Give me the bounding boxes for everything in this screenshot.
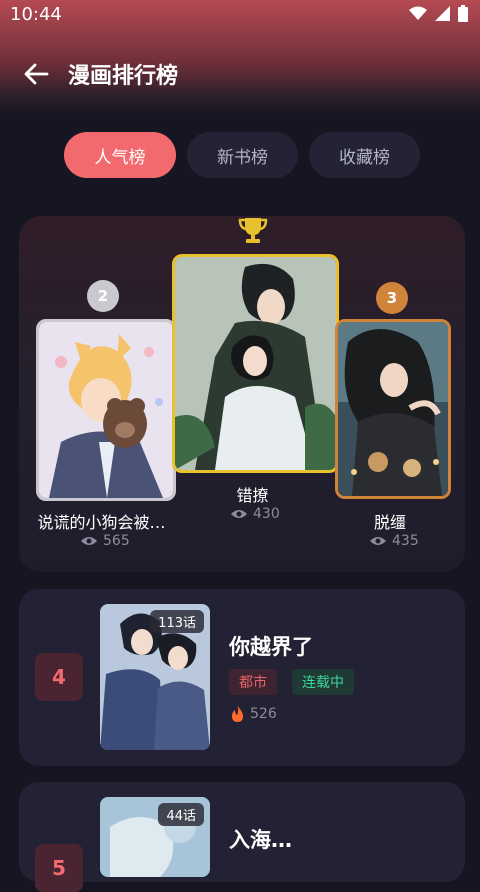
- list-cover[interactable]: 113话: [100, 604, 210, 750]
- list-item[interactable]: 5 44话 入海…: [19, 782, 465, 892]
- top-three-podium: 2 说谎的小狗会被… 565 错撩 430 3 脱缰 435: [19, 216, 465, 572]
- ranking-tabs: 人气榜 新书榜 收藏榜: [0, 132, 480, 178]
- list-item[interactable]: 4 113话 你越界了 都市 连载中 526: [19, 589, 465, 766]
- cover-second[interactable]: [36, 319, 176, 501]
- back-arrow-icon[interactable]: [22, 60, 50, 88]
- views-count-first: 430: [253, 506, 280, 522]
- eye-icon: [370, 537, 386, 545]
- tab-new-books[interactable]: 新书榜: [187, 132, 298, 178]
- rank-number: 5: [35, 844, 83, 892]
- cover-first[interactable]: [172, 254, 339, 473]
- views-count-second: 565: [103, 533, 130, 549]
- eye-icon: [231, 510, 247, 518]
- comic-title-second[interactable]: 说谎的小狗会被…: [19, 509, 184, 533]
- page-title: 漫画排行榜: [68, 64, 179, 89]
- views-second: 565: [81, 533, 130, 549]
- wifi-icon: [409, 6, 427, 20]
- comic-title-first[interactable]: 错撩: [172, 482, 333, 506]
- chapter-count-badge: 113话: [150, 610, 204, 633]
- rank-number: 4: [35, 653, 83, 701]
- cover-third[interactable]: [335, 319, 451, 499]
- comic-title[interactable]: 入海…: [229, 824, 292, 854]
- genre-tag: 都市: [229, 669, 277, 695]
- comic-title[interactable]: 你越界了: [229, 631, 313, 661]
- comic-title-third[interactable]: 脱缰: [335, 509, 445, 533]
- chapter-count-badge: 44话: [158, 803, 204, 826]
- rank-badge-3: 3: [376, 282, 408, 314]
- eye-icon: [81, 537, 97, 545]
- popularity-count: 526: [250, 706, 277, 722]
- signal-icon: [435, 6, 450, 21]
- status-bar: 10:44: [0, 0, 480, 30]
- status-tag: 连载中: [292, 669, 354, 695]
- list-cover[interactable]: 44话: [100, 797, 210, 877]
- flame-icon: [232, 706, 243, 722]
- views-first: 430: [231, 506, 280, 522]
- popularity: 526: [231, 706, 277, 722]
- views-count-third: 435: [392, 533, 419, 549]
- views-third: 435: [370, 533, 419, 549]
- cover-art-first: [175, 257, 336, 470]
- cover-art-second: [39, 322, 173, 498]
- cover-art-third: [338, 322, 448, 496]
- rank-badge-2: 2: [87, 280, 119, 312]
- status-icons: [409, 5, 468, 22]
- tab-popular[interactable]: 人气榜: [64, 132, 176, 178]
- status-time: 10:44: [10, 4, 62, 25]
- tab-favorites[interactable]: 收藏榜: [309, 132, 420, 178]
- battery-icon: [458, 5, 468, 22]
- app-header: 漫画排行榜: [0, 52, 480, 96]
- trophy-icon: [238, 218, 268, 243]
